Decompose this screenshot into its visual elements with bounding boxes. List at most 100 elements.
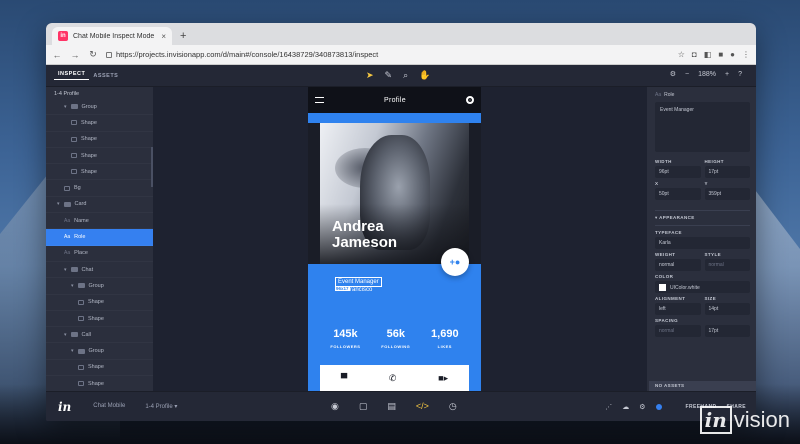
layer-item-shape[interactable]: Shape <box>46 132 153 148</box>
layer-item-chat[interactable]: ▾ Chat <box>46 262 153 278</box>
layer-item-bg[interactable]: Bg <box>46 180 153 196</box>
tab-bar: in Chat Mobile Inspect Mode - In × + <box>46 23 756 45</box>
layer-item-call[interactable]: ▾ Call <box>46 327 153 343</box>
inspect-mode-code-icon[interactable]: </> <box>416 401 429 412</box>
address-bar: ← → ↻ https://projects.invisionapp.com/d… <box>46 45 756 65</box>
layer-item-shape[interactable]: Shape <box>46 148 153 164</box>
line-height-value[interactable]: 17pt <box>704 325 750 337</box>
folder-icon <box>70 104 78 110</box>
text-layer-icon: Aa <box>64 250 71 257</box>
stat-following[interactable]: 56k FOLLOWING <box>381 328 410 349</box>
tab-inspect[interactable]: INSPECT <box>54 71 90 80</box>
caret-down-icon[interactable]: ▾ <box>57 201 60 207</box>
layer-item-shape[interactable]: Shape <box>46 360 153 376</box>
color-value[interactable]: UIColor.white <box>655 281 750 293</box>
chat-icon[interactable]: ▀ <box>341 373 347 383</box>
shape-layer-icon <box>78 364 84 370</box>
caret-down-icon[interactable]: ▾ <box>64 267 67 273</box>
hand-tool-icon[interactable]: ✋ <box>419 70 430 81</box>
breadcrumb-project[interactable]: Chat Mobile <box>93 403 125 410</box>
appearance-section-header[interactable]: ▾ APPEARANCE <box>655 210 750 226</box>
y-value[interactable]: 359pt <box>704 188 750 200</box>
layer-item-shape[interactable]: Shape <box>46 311 153 327</box>
weight-value[interactable]: normal <box>655 259 701 271</box>
layer-label: Card <box>74 201 87 208</box>
invision-logo[interactable]: in <box>58 400 71 414</box>
breadcrumb-screen[interactable]: 1-4 Profile ▾ <box>145 403 177 410</box>
settings-icon[interactable] <box>465 96 474 104</box>
add-friend-button[interactable]: +● <box>441 248 469 276</box>
help-icon[interactable]: ? <box>738 71 742 78</box>
tab-close-icon[interactable]: × <box>161 32 166 41</box>
x-value[interactable]: 50pt <box>655 188 701 200</box>
build-mode-icon[interactable]: ▤ <box>387 401 396 412</box>
spacing-value[interactable]: normal <box>655 325 701 337</box>
profile-icon[interactable]: ● <box>730 50 735 59</box>
zoom-out-button[interactable]: − <box>685 71 689 78</box>
layer-item-shape[interactable]: Shape <box>46 115 153 131</box>
extension-dark-icon[interactable]: ■ <box>718 50 723 59</box>
layer-item-shape[interactable]: Shape <box>46 376 153 391</box>
extension-icon[interactable]: ◧ <box>704 50 712 59</box>
layer-name: Role <box>664 92 675 98</box>
layer-label: Shape <box>81 168 97 175</box>
comment-mode-icon[interactable]: ▢ <box>359 401 368 412</box>
history-mode-clock-icon[interactable]: ◷ <box>449 401 457 412</box>
layer-item-group[interactable]: ▾ Group <box>46 99 153 115</box>
place-text[interactable]: rancisco <box>350 287 372 293</box>
user-avatar-dot[interactable] <box>655 403 662 410</box>
stats-row: 145k FOLLOWERS 56k FOLLOWING 1,690 LIKES <box>320 328 469 349</box>
typeface-value[interactable]: Karla <box>655 237 750 249</box>
zoom-tool-icon[interactable]: ⌕ <box>403 70 408 81</box>
zoom-in-button[interactable]: + <box>725 71 729 78</box>
tab-assets[interactable]: ASSETS <box>89 73 122 79</box>
reload-icon[interactable]: ↻ <box>88 49 98 60</box>
no-assets-label: NO ASSETS <box>649 381 756 391</box>
canvas-tools: ➤ ✎ ⌕ ✋ <box>366 70 430 81</box>
share-node-icon[interactable]: ⋰ <box>605 403 612 411</box>
folder-icon <box>70 332 78 338</box>
forward-icon[interactable]: → <box>70 50 80 60</box>
caret-down-icon[interactable]: ▾ <box>64 332 67 338</box>
style-value[interactable]: normal <box>704 259 750 271</box>
browser-tab[interactable]: in Chat Mobile Inspect Mode - In × <box>52 27 172 45</box>
hamburger-menu-icon[interactable] <box>315 97 324 103</box>
back-icon[interactable]: ← <box>52 50 62 60</box>
phone-call-icon[interactable]: ✆ <box>389 373 397 384</box>
preview-mode-eye-icon[interactable]: ◉ <box>331 401 339 412</box>
width-value[interactable]: 96pt <box>655 166 701 178</box>
caret-down-icon[interactable]: ▾ <box>71 283 74 289</box>
select-tool-icon[interactable]: ➤ <box>366 70 374 81</box>
caret-down-icon[interactable]: ▾ <box>64 104 67 110</box>
menu-dots-icon[interactable]: ⋮ <box>742 50 750 59</box>
zoom-level: 188% <box>698 70 716 78</box>
new-tab-button[interactable]: + <box>180 30 186 42</box>
stat-followers[interactable]: 145k FOLLOWERS <box>330 328 360 349</box>
video-call-icon[interactable]: ■▸ <box>438 373 448 384</box>
layer-item-name[interactable]: Aa Name <box>46 213 153 229</box>
layer-item-group[interactable]: ▾ Group <box>46 343 153 359</box>
camera-extension-icon[interactable]: ◘ <box>692 50 697 59</box>
alignment-value[interactable]: left <box>655 303 701 315</box>
profile-name[interactable]: Andrea Jameson <box>332 219 397 251</box>
layer-item-role[interactable]: Aa Role <box>46 229 153 246</box>
height-value[interactable]: 17pt <box>704 166 750 178</box>
layer-item-shape[interactable]: Shape <box>46 164 153 180</box>
url-field[interactable]: https://projects.invisionapp.com/d/main#… <box>106 50 670 59</box>
settings-gear-icon[interactable]: ⚙ <box>670 70 676 78</box>
bookmark-star-icon[interactable]: ☆ <box>678 50 685 59</box>
settings-icon-bottom[interactable]: ⚙ <box>639 403 645 411</box>
text-content-box[interactable]: Event Manager <box>655 102 750 152</box>
layer-item-card[interactable]: ▾ Card <box>46 197 153 213</box>
size-value[interactable]: 14pt <box>704 303 750 315</box>
invision-favicon-icon: in <box>58 31 68 41</box>
eyedropper-tool-icon[interactable]: ✎ <box>385 70 393 81</box>
layer-item-group[interactable]: ▾ Group <box>46 278 153 294</box>
download-cloud-icon[interactable]: ☁ <box>622 403 629 411</box>
layers-title: 1-4 Profile <box>54 91 80 97</box>
caret-down-icon[interactable]: ▾ <box>71 348 74 354</box>
layer-item-shape[interactable]: Shape <box>46 295 153 311</box>
layer-item-place[interactable]: Aa Place <box>46 246 153 262</box>
folder-icon <box>77 283 85 289</box>
stat-likes[interactable]: 1,690 LIKES <box>431 328 459 349</box>
